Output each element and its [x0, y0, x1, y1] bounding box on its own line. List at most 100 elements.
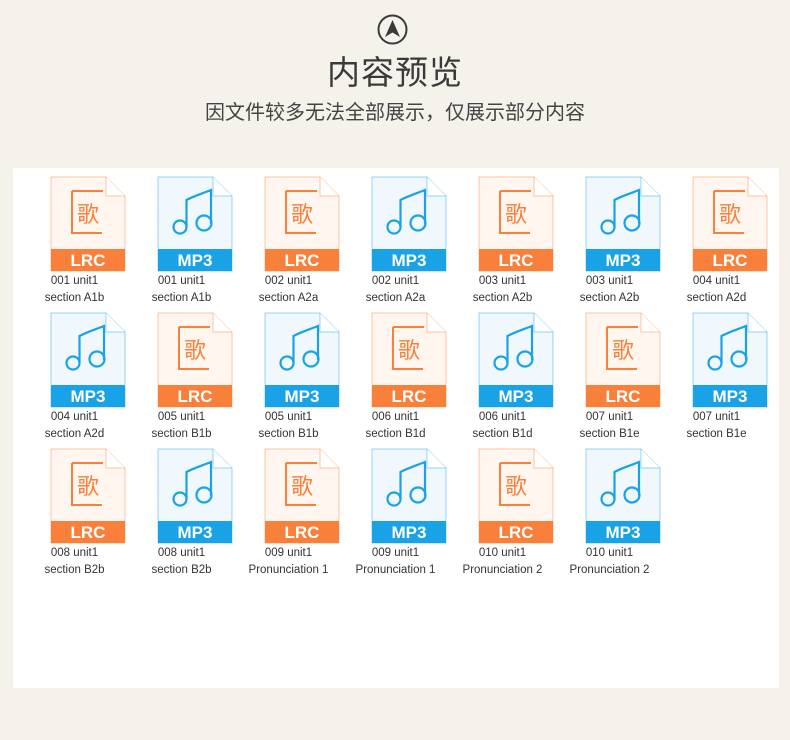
file-name-line1: 009 unit1: [371, 547, 420, 559]
svg-text:歌: 歌: [719, 203, 741, 228]
file-name-line2: section A1b: [44, 292, 105, 304]
music-file-icon: MP3: [264, 312, 340, 408]
file-name-line2: section A2d: [686, 292, 747, 304]
file-name: 004 unit1 section A2d: [21, 409, 128, 443]
file-name: 007 unit1 section B1e: [556, 409, 663, 443]
svg-text:歌: 歌: [77, 203, 99, 228]
file-name-line2: section B1e: [686, 428, 747, 440]
svg-text:LRC: LRC: [285, 523, 320, 542]
file-tile[interactable]: LRC 歌 010 unit1 Pronunciation 2: [449, 448, 556, 584]
file-name-line1: 006 unit1: [371, 411, 420, 423]
svg-text:歌: 歌: [184, 339, 206, 364]
file-name: 002 unit1 section A2a: [342, 273, 449, 307]
music-file-icon: MP3: [371, 176, 447, 272]
file-tile[interactable]: MP3 002 unit1 section A2a: [342, 176, 449, 312]
music-file-icon: MP3: [585, 448, 661, 544]
svg-text:LRC: LRC: [499, 251, 534, 270]
file-tile[interactable]: LRC 歌 006 unit1 section B1d: [342, 312, 449, 448]
file-name-line1: 009 unit1: [264, 547, 313, 559]
file-name: 002 unit1 section A2a: [235, 273, 342, 307]
file-name-line2: section B1b: [151, 428, 212, 440]
file-name: 006 unit1 section B1d: [342, 409, 449, 443]
file-name-line1: 005 unit1: [264, 411, 313, 423]
svg-text:LRC: LRC: [71, 251, 106, 270]
file-name-line2: Pronunciation 2: [462, 564, 543, 576]
header: 内容预览 因文件较多无法全部展示，仅展示部分内容: [0, 0, 790, 168]
file-name: 008 unit1 section B2b: [128, 545, 235, 579]
svg-text:LRC: LRC: [392, 387, 427, 406]
file-name-line2: Pronunciation 2: [569, 564, 650, 576]
file-name-line1: 002 unit1: [264, 275, 313, 287]
file-name-line1: 003 unit1: [478, 275, 527, 287]
file-name-line2: section A2b: [472, 292, 533, 304]
file-name-line2: section B1b: [258, 428, 319, 440]
file-tile[interactable]: LRC 歌 001 unit1 section A1b: [21, 176, 128, 312]
lyrics-file-icon: LRC 歌: [692, 176, 768, 272]
file-tile[interactable]: LRC 歌 009 unit1 Pronunciation 1: [235, 448, 342, 584]
music-file-icon: MP3: [585, 176, 661, 272]
file-name: 004 unit1 section A2d: [663, 273, 770, 307]
up-arrow-circle-icon: [377, 14, 408, 45]
file-name-line2: section A2d: [44, 428, 105, 440]
file-name-line1: 006 unit1: [478, 411, 527, 423]
file-name: 003 unit1 section A2b: [449, 273, 556, 307]
svg-text:MP3: MP3: [285, 387, 320, 406]
svg-text:MP3: MP3: [392, 523, 427, 542]
svg-text:歌: 歌: [77, 475, 99, 500]
file-tile[interactable]: MP3 004 unit1 section A2d: [21, 312, 128, 448]
file-name-line2: section B1d: [365, 428, 426, 440]
file-name-line1: 007 unit1: [692, 411, 741, 423]
lyrics-file-icon: LRC 歌: [371, 312, 447, 408]
svg-text:LRC: LRC: [71, 523, 106, 542]
music-file-icon: MP3: [157, 176, 233, 272]
file-tile[interactable]: LRC 歌 002 unit1 section A2a: [235, 176, 342, 312]
file-name: 001 unit1 section A1b: [128, 273, 235, 307]
file-name-line2: Pronunciation 1: [355, 564, 436, 576]
file-name-line2: section B1e: [579, 428, 640, 440]
file-tile[interactable]: MP3 007 unit1 section B1e: [663, 312, 770, 448]
file-tile[interactable]: MP3 005 unit1 section B1b: [235, 312, 342, 448]
file-tile[interactable]: MP3 006 unit1 section B1d: [449, 312, 556, 448]
file-name-line1: 004 unit1: [692, 275, 741, 287]
file-name-line1: 008 unit1: [157, 547, 206, 559]
file-tile[interactable]: LRC 歌 005 unit1 section B1b: [128, 312, 235, 448]
svg-text:歌: 歌: [398, 339, 420, 364]
svg-text:MP3: MP3: [178, 251, 213, 270]
file-tile[interactable]: MP3 010 unit1 Pronunciation 2: [556, 448, 663, 584]
svg-text:LRC: LRC: [713, 251, 748, 270]
file-tile[interactable]: MP3 009 unit1 Pronunciation 1: [342, 448, 449, 584]
file-tile[interactable]: LRC 歌 004 unit1 section A2d: [663, 176, 770, 312]
file-name: 007 unit1 section B1e: [663, 409, 770, 443]
file-name: 009 unit1 Pronunciation 1: [342, 545, 449, 579]
lyrics-file-icon: LRC 歌: [264, 176, 340, 272]
file-name-line1: 003 unit1: [585, 275, 634, 287]
file-name: 003 unit1 section A2b: [556, 273, 663, 307]
lyrics-file-icon: LRC 歌: [585, 312, 661, 408]
file-name-line2: section A2a: [365, 292, 426, 304]
file-name: 010 unit1 Pronunciation 2: [449, 545, 556, 579]
lyrics-file-icon: LRC 歌: [50, 448, 126, 544]
file-tile[interactable]: MP3 003 unit1 section A2b: [556, 176, 663, 312]
svg-text:歌: 歌: [505, 203, 527, 228]
lyrics-file-icon: LRC 歌: [50, 176, 126, 272]
file-tile[interactable]: MP3 001 unit1 section A1b: [128, 176, 235, 312]
file-name-line1: 001 unit1: [157, 275, 206, 287]
lyrics-file-icon: LRC 歌: [264, 448, 340, 544]
file-name-line1: 004 unit1: [50, 411, 99, 423]
file-tile[interactable]: LRC 歌 008 unit1 section B2b: [21, 448, 128, 584]
file-name: 005 unit1 section B1b: [235, 409, 342, 443]
svg-text:LRC: LRC: [606, 387, 641, 406]
file-name: 009 unit1 Pronunciation 1: [235, 545, 342, 579]
file-name-line2: section A1b: [151, 292, 212, 304]
file-tile[interactable]: LRC 歌 007 unit1 section B1e: [556, 312, 663, 448]
file-name: 010 unit1 Pronunciation 2: [556, 545, 663, 579]
svg-text:MP3: MP3: [713, 387, 748, 406]
file-name-line1: 010 unit1: [478, 547, 527, 559]
music-file-icon: MP3: [478, 312, 554, 408]
file-name: 001 unit1 section A1b: [21, 273, 128, 307]
svg-text:MP3: MP3: [71, 387, 106, 406]
file-tile[interactable]: MP3 008 unit1 section B2b: [128, 448, 235, 584]
file-tile[interactable]: LRC 歌 003 unit1 section A2b: [449, 176, 556, 312]
svg-text:MP3: MP3: [606, 251, 641, 270]
svg-text:LRC: LRC: [285, 251, 320, 270]
